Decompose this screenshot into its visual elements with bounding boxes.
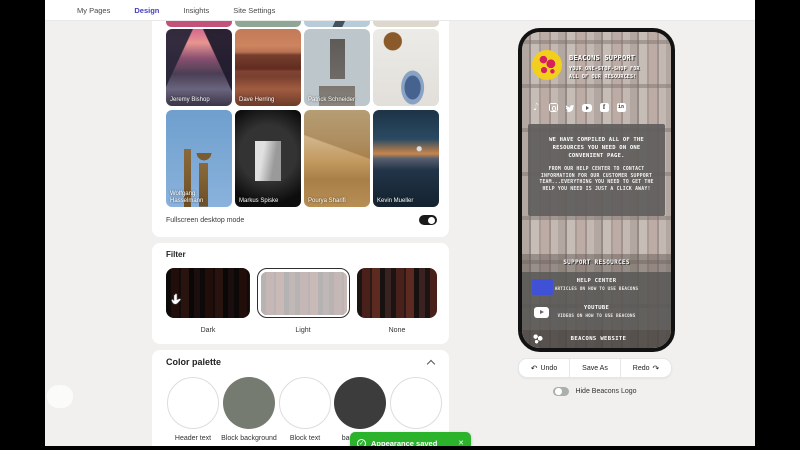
redo-button[interactable]: Redo ↷ <box>620 359 671 377</box>
swatch-block-text[interactable] <box>279 377 331 429</box>
nav-site-settings[interactable]: Site Settings <box>221 6 287 15</box>
beacons-website-link[interactable]: BEACONS WEBSITE <box>522 330 671 348</box>
swatch-button-text[interactable] <box>390 377 442 429</box>
redo-icon: ↷ <box>652 363 660 373</box>
undo-icon: ↶ <box>530 363 538 373</box>
redo-label: Redo <box>632 364 650 372</box>
background-images-panel: Jeremy Bishop Dave Herring Patrick Schne… <box>152 12 449 237</box>
linkedin-icon[interactable]: in <box>616 102 626 113</box>
background-thumbnail-desert[interactable]: Dave Herring <box>235 29 301 106</box>
beacons-website-label: BEACONS WEBSITE <box>570 336 627 342</box>
background-thumbnail-lake[interactable]: Kevin Mueller <box>373 110 439 207</box>
tiktok-icon[interactable]: ♪ <box>531 102 541 113</box>
nav-design[interactable]: Design <box>122 6 171 15</box>
close-icon[interactable]: ✕ <box>458 439 464 446</box>
background-thumbnail-tower[interactable]: Patrick Schneider <box>304 29 370 106</box>
background-thumbnail-teacup[interactable] <box>373 29 439 106</box>
photo-credit: Kevin Mueller <box>377 198 414 204</box>
help-center-icon <box>532 279 553 295</box>
preview-tagline-line1: YOUR ONE-STOP-SHOP FOR <box>569 66 640 72</box>
swatch-label: Block text <box>289 435 321 442</box>
screen: My Pages Design Insights Site Settings J… <box>0 0 800 450</box>
swatch-header-text[interactable] <box>167 377 219 429</box>
toast-message: Appearance saved <box>371 438 438 447</box>
photo-credit: Wolfgang Hasselmann <box>170 191 204 204</box>
nav-insights[interactable]: Insights <box>171 6 221 15</box>
preview-page-title: BEACONS SUPPORT <box>569 54 636 62</box>
swatch-button-background[interactable] <box>334 377 386 429</box>
background-thumbnail-giraffes[interactable]: Wolfgang Hasselmann <box>166 110 232 207</box>
undo-label: Undo <box>540 364 558 372</box>
check-icon: ✓ <box>357 438 366 446</box>
instagram-icon[interactable] <box>548 102 558 113</box>
toggle-knob <box>428 216 435 224</box>
photo-credit: Markus Spiske <box>239 198 279 204</box>
photo-credit: Patrick Schneider <box>308 97 356 103</box>
resource-links-block: HELP CENTER ARTICLES ON HOW TO USE BEACO… <box>522 272 671 330</box>
phone-preview: BEACONS SUPPORT YOUR ONE-STOP-SHOP FOR A… <box>518 28 675 352</box>
hide-beacons-logo-toggle[interactable] <box>553 387 570 396</box>
swatch-label: Header text <box>174 435 212 442</box>
appearance-saved-toast: ✓ Appearance saved ✕ <box>350 432 471 446</box>
photo-credit: Dave Herring <box>239 97 275 103</box>
nav-my-pages[interactable]: My Pages <box>65 6 122 15</box>
intro-paragraph-1: WE HAVE COMPILED ALL OF THE RESOURCES YO… <box>549 137 644 159</box>
filter-label-light: Light <box>295 327 311 334</box>
beacons-app-window: My Pages Design Insights Site Settings J… <box>45 0 755 446</box>
background-thumbnail-dune[interactable]: Pourya Sharifi <box>304 110 370 207</box>
swatch-block-background[interactable] <box>223 377 275 429</box>
help-center-link[interactable]: HELP CENTER ARTICLES ON HOW TO USE BEACO… <box>522 278 671 295</box>
white-artifact-shape <box>47 385 73 408</box>
social-icons-row: ♪ f in <box>531 102 626 113</box>
fullscreen-desktop-mode-row: Fullscreen desktop mode <box>166 215 437 225</box>
filter-label-dark: Dark <box>200 327 216 334</box>
cursor-pointer-icon <box>171 293 182 305</box>
intro-paragraph-2: FROM OUR HELP CENTER TO CONTACT INFORMAT… <box>539 167 654 192</box>
hide-beacons-logo-label: Hide Beacons Logo <box>575 388 637 395</box>
swatch-label: Block background <box>221 435 277 442</box>
background-thumbnail-film-box[interactable]: Markus Spiske <box>235 110 301 207</box>
youtube-play-icon <box>534 307 549 318</box>
color-palette-title: Color palette <box>166 357 222 367</box>
hide-beacons-logo-row: Hide Beacons Logo <box>518 387 672 396</box>
filter-panel: Filter Dark Light None <box>152 243 449 344</box>
undo-button[interactable]: ↶ Undo <box>519 359 569 377</box>
twitter-icon[interactable] <box>565 102 575 113</box>
beacons-logo <box>532 333 544 345</box>
filter-preview-light <box>260 271 347 315</box>
chevron-up-icon[interactable] <box>428 359 435 366</box>
save-as-button[interactable]: Save As <box>569 359 620 377</box>
facebook-icon[interactable]: f <box>599 102 609 113</box>
youtube-link[interactable]: YOUTUBE VIDEOS ON HOW TO USE BEACONS <box>522 305 671 319</box>
fullscreen-desktop-mode-toggle[interactable] <box>419 215 437 225</box>
filter-option-light-selected[interactable] <box>257 268 350 318</box>
filter-label-none: None <box>388 327 406 334</box>
beacons-avatar <box>532 50 562 80</box>
photo-credit: Pourya Sharifi <box>308 198 346 204</box>
background-thumbnail-mountain-sunset[interactable]: Jeremy Bishop <box>166 29 232 106</box>
history-button-bar: ↶ Undo Save As Redo ↷ <box>518 358 672 378</box>
photo-credit: Jeremy Bishop <box>170 97 210 103</box>
filter-title: Filter <box>166 250 186 259</box>
intro-text-block: WE HAVE COMPILED ALL OF THE RESOURCES YO… <box>528 124 665 216</box>
filter-option-none[interactable] <box>357 268 437 318</box>
support-resources-heading: SUPPORT RESOURCES <box>563 259 630 266</box>
save-as-label: Save As <box>582 364 608 372</box>
fullscreen-desktop-mode-label: Fullscreen desktop mode <box>166 216 245 224</box>
filter-preview-none <box>357 268 437 318</box>
top-nav: My Pages Design Insights Site Settings <box>45 0 755 21</box>
toggle-knob <box>555 388 562 395</box>
preview-tagline-line2: ALL OF OUR RESOURCES! <box>569 74 637 80</box>
youtube-icon[interactable] <box>582 102 592 113</box>
